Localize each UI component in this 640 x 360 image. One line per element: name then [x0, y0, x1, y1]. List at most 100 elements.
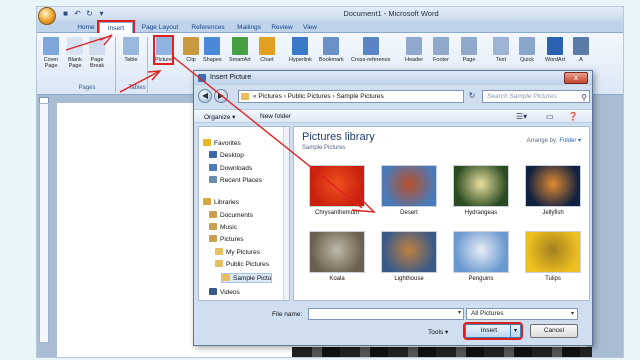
file-type-select[interactable]: All Pictures ▾	[466, 308, 578, 320]
search-input[interactable]: Search Sample Pictures ⚲	[482, 90, 590, 103]
ribbon-button-label: Text	[495, 57, 507, 63]
shapes-button[interactable]: Shapes	[203, 37, 222, 63]
tab-view[interactable]: View	[299, 22, 321, 33]
cover-page-button[interactable]: Cover Page	[43, 37, 59, 69]
drop-cap-button[interactable]: A	[573, 37, 589, 63]
blank-page-icon	[67, 37, 83, 55]
insert-dropdown-icon[interactable]: ▾	[510, 325, 520, 337]
picture-thumbnail-hydrangeas[interactable]	[453, 165, 509, 207]
file-name-input[interactable]: ▾	[308, 308, 464, 320]
tab-review[interactable]: Review	[269, 22, 295, 33]
tab-references[interactable]: References	[187, 22, 229, 33]
close-button[interactable]: x	[564, 72, 588, 84]
preview-pane-icon[interactable]: ▭	[546, 112, 554, 121]
page-number-icon	[461, 37, 477, 55]
nav-item-public-pictures[interactable]: Public Pictures	[215, 260, 269, 270]
picture-name[interactable]: Penguins	[446, 276, 516, 282]
forward-icon[interactable]: ▶	[214, 89, 228, 103]
help-icon[interactable]: ❓	[568, 112, 578, 121]
nav-item-documents[interactable]: Documents	[209, 211, 253, 221]
group-label-tables: Tables	[128, 85, 146, 91]
picture-thumbnail-chrysanthemum[interactable]	[309, 165, 365, 207]
page-break-button[interactable]: Page Break	[89, 37, 105, 69]
nav-item-recent-places[interactable]: Recent Places	[209, 176, 262, 186]
tab-mailings[interactable]: Mailings	[233, 22, 265, 33]
search-icon[interactable]: ⚲	[581, 92, 587, 103]
ribbon-button-label: Cross-reference	[351, 57, 391, 63]
arrange-value[interactable]: Folder ▾	[559, 138, 581, 144]
office-button[interactable]	[38, 7, 56, 25]
text-box-button[interactable]: Text	[493, 37, 509, 63]
chevron-down-icon[interactable]: ▾	[458, 309, 461, 316]
nav-item-libraries[interactable]: Libraries	[203, 198, 239, 208]
picture-name[interactable]: Lighthouse	[374, 276, 444, 282]
picture-thumbnail-jellyfish[interactable]	[525, 165, 581, 207]
tab-insert[interactable]: Insert	[97, 20, 135, 35]
quick-parts-button[interactable]: Quick	[519, 37, 535, 63]
chart-button[interactable]: Chart	[259, 37, 275, 63]
picture-thumbnail-penguins[interactable]	[453, 231, 509, 273]
group-label-pages: Pages	[78, 85, 96, 91]
arrange-by[interactable]: Arrange by: Folder ▾	[527, 137, 581, 144]
tab-page-layout[interactable]: Page Layout	[137, 22, 183, 33]
group-separator	[147, 37, 148, 93]
picture-name[interactable]: Hydrangeas	[446, 210, 516, 216]
picture-name[interactable]: Koala	[302, 276, 372, 282]
picture-thumbnail-lighthouse[interactable]	[381, 231, 437, 273]
nav-item-pictures[interactable]: Pictures	[209, 235, 243, 245]
picture-name[interactable]: Desert	[374, 210, 444, 216]
nav-item-desktop[interactable]: Desktop	[209, 151, 244, 161]
ribbon-button-label: Page	[462, 57, 476, 63]
picture-name[interactable]: Chrysanthemum	[302, 210, 372, 216]
ribbon-button-label: Table	[124, 57, 138, 63]
clip-art-button[interactable]: Clip	[183, 37, 199, 63]
organize-button[interactable]: Organize ▾	[204, 113, 235, 121]
ribbon-button-label: WordArt	[545, 57, 566, 63]
navigation-pane: Favorites Desktop Downloads Recent Places Li…	[198, 126, 290, 301]
picture-name[interactable]: Tulips	[518, 276, 588, 282]
address-bar[interactable]: « Pictures › Public Pictures › Sample Pi…	[238, 90, 464, 103]
view-options-icon[interactable]: ☰▾	[516, 112, 527, 121]
blank-page-button[interactable]: Blank Page	[67, 37, 83, 69]
header-button[interactable]: Header	[405, 37, 423, 63]
new-folder-button[interactable]: New folder	[260, 113, 291, 120]
nav-item-sample-pictu[interactable]: Sample Pictu	[221, 273, 273, 283]
cross-reference-icon	[362, 37, 379, 55]
nav-item-label: Favorites	[214, 140, 241, 147]
page-number-button[interactable]: Page	[461, 37, 477, 63]
hyperlink-button[interactable]: Hyperlink	[289, 37, 312, 63]
nav-item-label: Pictures	[220, 236, 244, 243]
dialog-title-bar: Insert Picture x	[194, 71, 592, 85]
table-button[interactable]: Table	[123, 37, 139, 63]
folder-icon	[215, 248, 223, 255]
cancel-button[interactable]: Cancel	[530, 324, 578, 338]
picture-name[interactable]: Jellyfish	[518, 210, 588, 216]
nav-item-label: Recent Places	[220, 177, 262, 184]
nav-item-music[interactable]: Music	[209, 223, 237, 233]
back-icon[interactable]: ◀	[198, 89, 212, 103]
footer-button[interactable]: Footer	[433, 37, 449, 63]
ribbon-button-label: Page Break	[89, 57, 105, 69]
nav-item-downloads[interactable]: Downloads	[209, 164, 252, 174]
picture-thumbnail-tulips[interactable]	[525, 231, 581, 273]
picture-button[interactable]: Picture	[152, 35, 175, 65]
ribbon-button-label: SmartArt	[229, 57, 251, 63]
nav-item-favorites[interactable]: Favorites	[203, 139, 241, 149]
nav-scrollbar[interactable]	[283, 127, 289, 300]
bookmark-button[interactable]: Bookmark	[319, 37, 344, 63]
picture-thumbnail-desert[interactable]	[381, 165, 437, 207]
nav-item-videos[interactable]: Videos	[209, 288, 240, 298]
cross-reference-button[interactable]: Cross-reference	[351, 37, 390, 63]
nav-item-my-pictures[interactable]: My Pictures	[215, 248, 260, 258]
refresh-icon[interactable]: ↻	[466, 90, 478, 103]
wordart-button[interactable]: WordArt	[545, 37, 565, 63]
picture-thumbnail-koala[interactable]	[309, 231, 365, 273]
shapes-icon	[204, 37, 221, 55]
smartart-button[interactable]: SmartArt	[229, 37, 251, 63]
clip-art-icon	[183, 37, 199, 55]
tools-button[interactable]: Tools ▾	[428, 328, 448, 336]
tab-home[interactable]: Home	[75, 22, 97, 33]
dialog-title: Insert Picture	[210, 74, 252, 81]
quick-parts-icon	[519, 37, 535, 55]
insert-button[interactable]: Insert ▾	[465, 324, 521, 338]
